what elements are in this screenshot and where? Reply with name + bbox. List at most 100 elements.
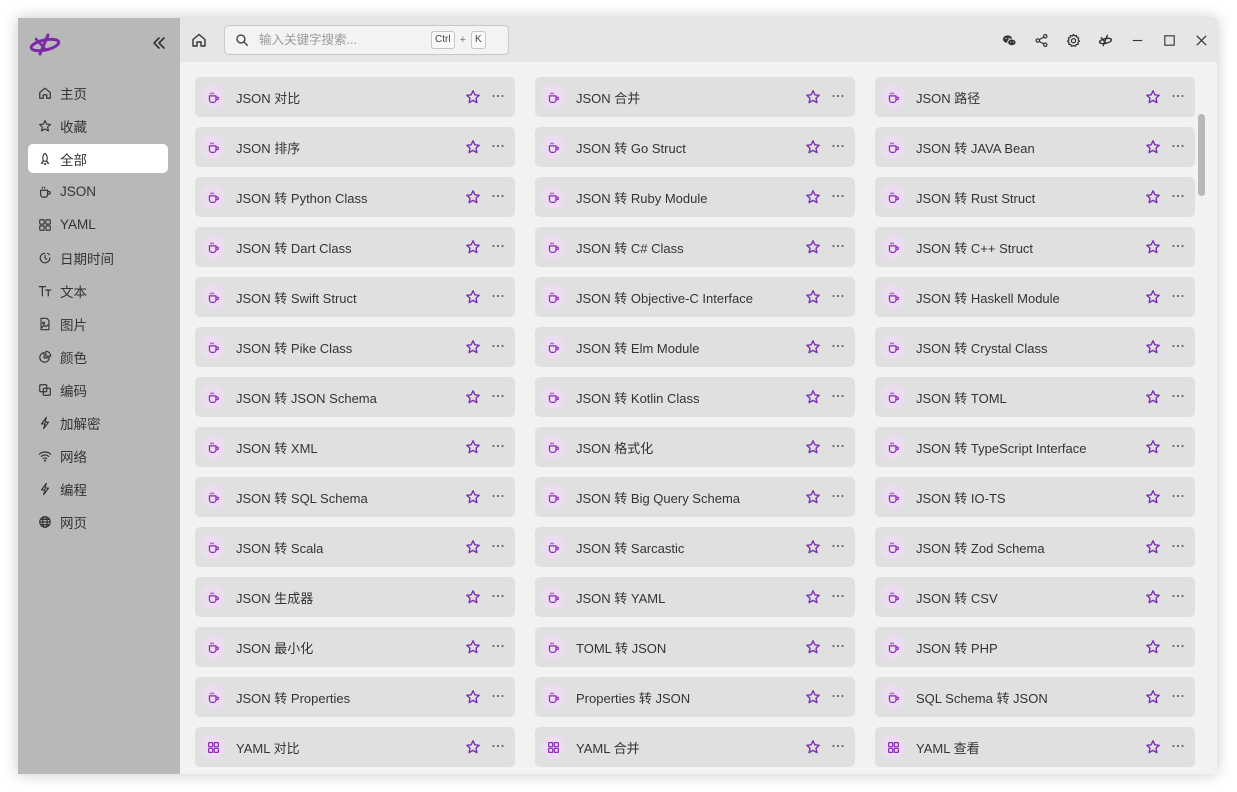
sidebar-item-programming[interactable]: 编程 <box>28 474 168 503</box>
more-options-icon[interactable] <box>1170 737 1186 755</box>
favorite-star-icon[interactable] <box>1145 339 1161 355</box>
wechat-button[interactable] <box>993 18 1025 62</box>
tool-card[interactable]: SQL Schema 转 JSON <box>875 677 1195 717</box>
tool-card[interactable]: JSON 最小化 <box>195 627 515 667</box>
tool-card[interactable]: JSON 转 Elm Module <box>535 327 855 367</box>
more-options-icon[interactable] <box>1170 87 1186 105</box>
tool-card[interactable]: YAML 对比 <box>195 727 515 767</box>
tool-card[interactable]: JSON 转 IO-TS <box>875 477 1195 517</box>
sidebar-item-color[interactable]: 颜色 <box>28 342 168 371</box>
more-options-icon[interactable] <box>1170 587 1186 605</box>
tool-card[interactable]: JSON 转 Ruby Module <box>535 177 855 217</box>
more-options-icon[interactable] <box>490 87 506 105</box>
more-options-icon[interactable] <box>490 637 506 655</box>
close-button[interactable] <box>1185 18 1217 62</box>
more-options-icon[interactable] <box>490 687 506 705</box>
more-options-icon[interactable] <box>490 737 506 755</box>
favorite-star-icon[interactable] <box>465 689 481 705</box>
more-options-icon[interactable] <box>830 687 846 705</box>
sidebar-item-favorites[interactable]: 收藏 <box>28 111 168 140</box>
favorite-star-icon[interactable] <box>805 239 821 255</box>
favorite-star-icon[interactable] <box>805 389 821 405</box>
tool-card[interactable]: JSON 转 TypeScript Interface <box>875 427 1195 467</box>
more-options-icon[interactable] <box>490 387 506 405</box>
sidebar-item-encoding[interactable]: 编码 <box>28 375 168 404</box>
favorite-star-icon[interactable] <box>1145 189 1161 205</box>
more-options-icon[interactable] <box>830 437 846 455</box>
favorite-star-icon[interactable] <box>1145 89 1161 105</box>
tool-card[interactable]: JSON 转 Sarcastic <box>535 527 855 567</box>
more-options-icon[interactable] <box>490 537 506 555</box>
sidebar-item-network[interactable]: 网络 <box>28 441 168 470</box>
tool-card[interactable]: JSON 转 Pike Class <box>195 327 515 367</box>
tool-card[interactable]: JSON 转 XML <box>195 427 515 467</box>
favorite-star-icon[interactable] <box>465 339 481 355</box>
sidebar-item-image[interactable]: 图片 <box>28 309 168 338</box>
more-options-icon[interactable] <box>1170 287 1186 305</box>
favorite-star-icon[interactable] <box>465 89 481 105</box>
tool-card[interactable]: JSON 合并 <box>535 77 855 117</box>
more-options-icon[interactable] <box>490 587 506 605</box>
tool-card[interactable]: JSON 转 PHP <box>875 627 1195 667</box>
tool-card[interactable]: JSON 转 CSV <box>875 577 1195 617</box>
tool-card[interactable]: JSON 转 C# Class <box>535 227 855 267</box>
more-options-icon[interactable] <box>1170 337 1186 355</box>
favorite-star-icon[interactable] <box>465 189 481 205</box>
sidebar-item-crypto[interactable]: 加解密 <box>28 408 168 437</box>
more-options-icon[interactable] <box>1170 437 1186 455</box>
more-options-icon[interactable] <box>830 87 846 105</box>
more-options-icon[interactable] <box>490 287 506 305</box>
tool-card[interactable]: JSON 转 Scala <box>195 527 515 567</box>
tool-card[interactable]: JSON 转 C++ Struct <box>875 227 1195 267</box>
tool-card[interactable]: JSON 排序 <box>195 127 515 167</box>
tool-card[interactable]: YAML 查看 <box>875 727 1195 767</box>
favorite-star-icon[interactable] <box>805 589 821 605</box>
tool-card[interactable]: TOML 转 JSON <box>535 627 855 667</box>
favorite-star-icon[interactable] <box>805 289 821 305</box>
tool-card[interactable]: JSON 转 JSON Schema <box>195 377 515 417</box>
more-options-icon[interactable] <box>830 737 846 755</box>
tool-card[interactable]: JSON 路径 <box>875 77 1195 117</box>
favorite-star-icon[interactable] <box>805 339 821 355</box>
tool-card[interactable]: JSON 生成器 <box>195 577 515 617</box>
favorite-star-icon[interactable] <box>1145 389 1161 405</box>
maximize-button[interactable] <box>1153 18 1185 62</box>
tool-card[interactable]: JSON 转 Zod Schema <box>875 527 1195 567</box>
more-options-icon[interactable] <box>830 387 846 405</box>
favorite-star-icon[interactable] <box>465 739 481 755</box>
tool-card[interactable]: JSON 转 JAVA Bean <box>875 127 1195 167</box>
favorite-star-icon[interactable] <box>805 489 821 505</box>
favorite-star-icon[interactable] <box>465 439 481 455</box>
favorite-star-icon[interactable] <box>805 139 821 155</box>
favorite-star-icon[interactable] <box>1145 139 1161 155</box>
tool-card[interactable]: JSON 转 Properties <box>195 677 515 717</box>
favorite-star-icon[interactable] <box>1145 739 1161 755</box>
favorite-star-icon[interactable] <box>805 439 821 455</box>
favorite-star-icon[interactable] <box>805 689 821 705</box>
tool-card[interactable]: JSON 对比 <box>195 77 515 117</box>
more-options-icon[interactable] <box>490 237 506 255</box>
favorite-star-icon[interactable] <box>805 539 821 555</box>
favorite-star-icon[interactable] <box>465 539 481 555</box>
tool-card[interactable]: JSON 格式化 <box>535 427 855 467</box>
favorite-star-icon[interactable] <box>1145 539 1161 555</box>
more-options-icon[interactable] <box>830 637 846 655</box>
share-button[interactable] <box>1025 18 1057 62</box>
more-options-icon[interactable] <box>830 337 846 355</box>
more-options-icon[interactable] <box>830 287 846 305</box>
more-options-icon[interactable] <box>1170 387 1186 405</box>
sidebar-item-text[interactable]: 文本 <box>28 276 168 305</box>
more-options-icon[interactable] <box>830 487 846 505</box>
tool-card[interactable]: JSON 转 Rust Struct <box>875 177 1195 217</box>
tool-card[interactable]: JSON 转 YAML <box>535 577 855 617</box>
more-options-icon[interactable] <box>1170 537 1186 555</box>
more-options-icon[interactable] <box>1170 687 1186 705</box>
more-options-icon[interactable] <box>1170 637 1186 655</box>
search-box[interactable]: Ctrl + K <box>224 25 509 55</box>
tool-card[interactable]: JSON 转 Go Struct <box>535 127 855 167</box>
app-logo-button[interactable] <box>1089 18 1121 62</box>
favorite-star-icon[interactable] <box>805 739 821 755</box>
favorite-star-icon[interactable] <box>1145 689 1161 705</box>
more-options-icon[interactable] <box>830 237 846 255</box>
home-icon[interactable] <box>191 32 207 48</box>
